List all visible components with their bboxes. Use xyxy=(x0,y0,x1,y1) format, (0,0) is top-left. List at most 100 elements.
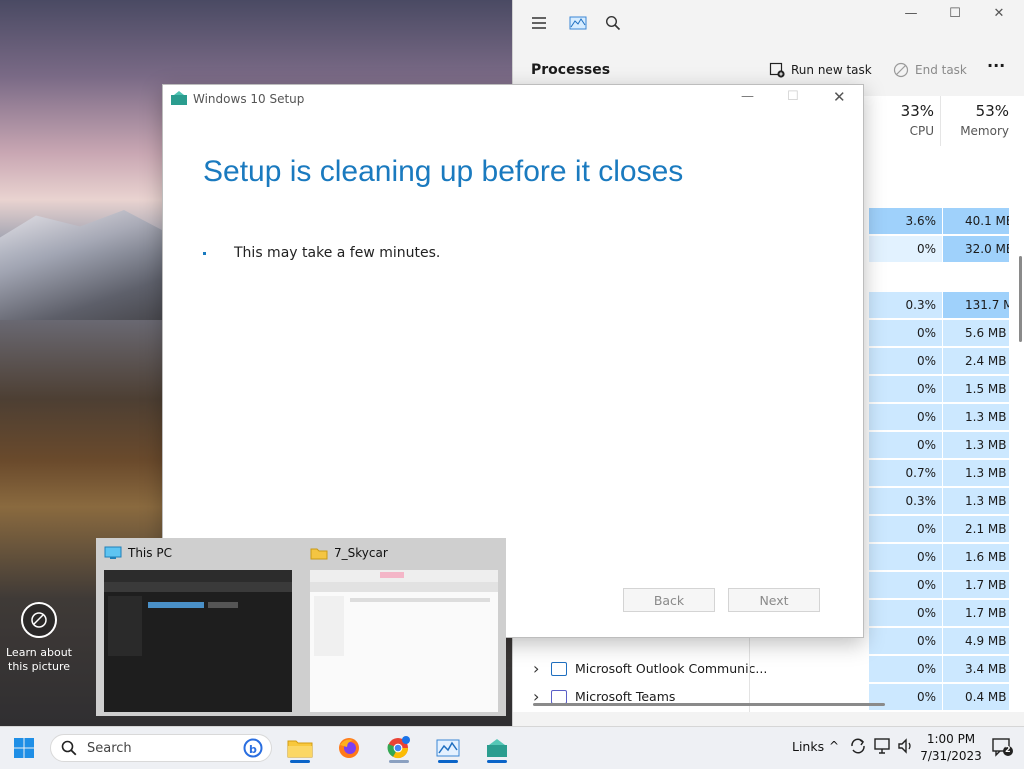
show-hidden-icons-chevron-up-icon[interactable]: ^ xyxy=(829,739,839,753)
search-icon[interactable] xyxy=(605,15,621,31)
cpu-cell: 0% xyxy=(869,572,942,598)
memory-cell: 1.6 MB xyxy=(943,544,1009,570)
active-indicator xyxy=(290,760,310,763)
teams-icon xyxy=(551,690,567,704)
running-indicator xyxy=(389,760,409,763)
search-placeholder: Search xyxy=(87,741,132,756)
thumbnail-skycar[interactable] xyxy=(310,570,498,712)
task-manager-taskbar-button[interactable] xyxy=(432,733,464,763)
setup-heading: Setup is cleaning up before it closes xyxy=(203,155,684,188)
setup-taskbar-button[interactable] xyxy=(481,733,513,763)
memory-cell: 2.4 MB xyxy=(943,348,1009,374)
camera-icon xyxy=(21,602,57,638)
setup-app-icon xyxy=(487,739,507,757)
cpu-column-header[interactable]: 33% CPU xyxy=(869,96,941,146)
memory-cell: 40.1 MB xyxy=(943,208,1009,234)
active-indicator xyxy=(487,760,507,763)
taskbar-search-box[interactable]: Search b xyxy=(50,734,272,762)
chrome-taskbar-button[interactable] xyxy=(383,733,415,763)
memory-cell: 1.5 MB xyxy=(943,376,1009,402)
process-name: Microsoft Teams xyxy=(575,689,676,704)
clock[interactable]: 1:00 PM 7/31/2023 xyxy=(916,731,986,765)
run-new-task-label: Run new task xyxy=(791,63,872,77)
chrome-icon xyxy=(387,736,410,759)
cpu-cell: 0% xyxy=(869,348,942,374)
bullet-icon xyxy=(203,251,206,255)
memory-cell: 1.3 MB xyxy=(943,432,1009,458)
vertical-scrollbar[interactable] xyxy=(1019,256,1022,342)
hamburger-menu-icon[interactable] xyxy=(531,15,547,31)
memory-cell: 1.7 MB xyxy=(943,572,1009,598)
memory-column-header[interactable]: 53% Memory xyxy=(943,96,1011,146)
start-button[interactable] xyxy=(8,733,40,763)
column-divider xyxy=(749,636,750,712)
file-explorer-taskbar-button[interactable] xyxy=(284,733,316,763)
learn-about-picture[interactable]: Learn about this picture xyxy=(6,602,72,674)
memory-cell: 2.1 MB xyxy=(943,516,1009,542)
end-task-button[interactable]: End task xyxy=(893,62,967,78)
task-manager-icon xyxy=(436,739,460,757)
monitor-icon xyxy=(104,546,122,559)
bullet-text: This may take a few minutes. xyxy=(234,245,441,261)
expand-chevron-icon[interactable]: › xyxy=(533,656,543,682)
firefox-taskbar-button[interactable] xyxy=(333,733,365,763)
volume-icon[interactable] xyxy=(897,737,915,758)
cpu-cell: 0% xyxy=(869,544,942,570)
next-button[interactable]: Next xyxy=(728,588,820,612)
minimize-button[interactable]: — xyxy=(741,89,754,104)
maximize-button[interactable]: ☐ xyxy=(935,6,975,21)
thumbnail-this-pc-title[interactable]: This PC xyxy=(104,546,172,560)
memory-cell: 1.3 MB xyxy=(943,460,1009,486)
sync-icon[interactable] xyxy=(849,737,867,758)
date: 7/31/2023 xyxy=(920,749,982,763)
memory-cell: 1.3 MB xyxy=(943,404,1009,430)
memory-cell: 5.6 MB xyxy=(943,320,1009,346)
minimize-button[interactable]: — xyxy=(891,6,931,21)
cpu-cell: 0% xyxy=(869,236,942,262)
run-new-task-button[interactable]: Run new task xyxy=(769,62,872,78)
memory-cell: 131.7 MB xyxy=(943,292,1009,318)
bullet-item: This may take a few minutes. xyxy=(203,245,440,261)
cpu-cell: 0% xyxy=(869,320,942,346)
memory-cell: 0.4 MB xyxy=(943,684,1009,710)
active-indicator xyxy=(438,760,458,763)
windows-logo-icon xyxy=(14,738,34,758)
process-row[interactable]: › Microsoft Outlook Communic... xyxy=(533,656,767,682)
cpu-cell: 0.7% xyxy=(869,460,942,486)
network-icon[interactable] xyxy=(873,737,891,758)
performance-graph-icon xyxy=(569,15,587,31)
memory-cell: 4.9 MB xyxy=(943,628,1009,654)
close-button[interactable]: ✕ xyxy=(833,88,846,106)
memory-cell: 1.7 MB xyxy=(943,600,1009,626)
cpu-cell: 0.3% xyxy=(869,292,942,318)
svg-text:b: b xyxy=(249,743,257,756)
cpu-cell: 0% xyxy=(869,600,942,626)
setup-app-icon xyxy=(171,91,187,108)
folder-icon xyxy=(310,548,328,560)
process-row[interactable]: › Microsoft Teams xyxy=(533,684,675,710)
search-icon xyxy=(61,740,77,756)
more-options-icon[interactable]: ··· xyxy=(987,56,1005,75)
processes-header: Processes Run new task End task ··· xyxy=(513,52,1024,88)
notification-badge: 2 xyxy=(1005,745,1011,754)
memory-cell: 32.0 MB xyxy=(943,236,1009,262)
file-explorer-icon xyxy=(287,740,313,758)
bing-icon[interactable]: b xyxy=(243,738,263,758)
cpu-cell: 0% xyxy=(869,432,942,458)
taskbar: Search b Links ^ 1:00 PM 7/31/2023 2 xyxy=(0,726,1024,769)
taskbar-thumbnail-preview: This PC 7_Skycar xyxy=(96,538,506,716)
expand-chevron-icon[interactable]: › xyxy=(533,684,543,710)
thumbnail-this-pc[interactable] xyxy=(104,570,292,712)
end-task-icon xyxy=(893,62,909,78)
horizontal-scrollbar[interactable] xyxy=(533,703,885,706)
outlook-icon xyxy=(551,662,567,676)
close-button[interactable]: ✕ xyxy=(979,6,1019,21)
notification-center-button[interactable]: 2 xyxy=(992,737,1014,760)
links-toolbar[interactable]: Links xyxy=(792,739,824,754)
task-manager-titlebar: — ☐ ✕ xyxy=(513,0,1024,46)
back-button[interactable]: Back xyxy=(623,588,715,612)
memory-cell: 3.4 MB xyxy=(943,656,1009,682)
cpu-cell: 0% xyxy=(869,404,942,430)
learn-label: Learn about this picture xyxy=(6,646,72,673)
thumbnail-skycar-title[interactable]: 7_Skycar xyxy=(310,546,388,560)
